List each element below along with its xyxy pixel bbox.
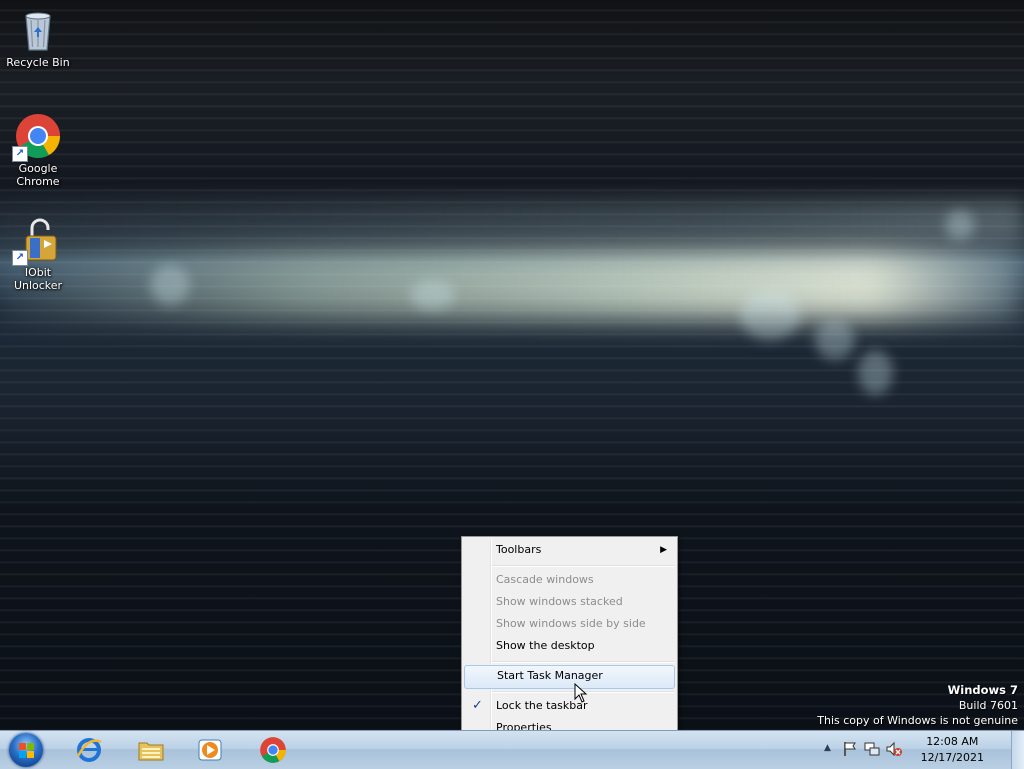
desktop-icon-label: Recycle Bin (6, 56, 70, 69)
watermark-notice: This copy of Windows is not genuine (817, 714, 1018, 727)
recycle-bin-icon (14, 6, 62, 54)
network-icon[interactable] (864, 741, 880, 757)
taskbar-context-menu: Toolbars ▶ Cascade windows Show windows … (461, 536, 678, 743)
system-tray: ▲ 12:08 AM 12/17/2021 (820, 731, 1010, 769)
shortcut-arrow-icon: ↗ (12, 250, 28, 266)
ie-icon (75, 736, 103, 764)
desktop-icon-label: IObit Unlocker (13, 266, 63, 292)
menu-item-cascade-windows: Cascade windows (464, 569, 675, 591)
mouse-cursor-icon (574, 682, 588, 703)
media-player-icon (196, 736, 224, 764)
wallpaper-bokeh (858, 350, 893, 395)
windows-logo-icon (9, 733, 43, 767)
menu-item-show-windows-side-by-side: Show windows side by side (464, 613, 675, 635)
volume-muted-icon[interactable] (886, 741, 902, 757)
tray-clock[interactable]: 12:08 AM 12/17/2021 (921, 734, 984, 766)
watermark-build: Build 7601 (958, 699, 1018, 712)
wallpaper-bokeh (740, 290, 800, 340)
shortcut-arrow-icon: ↗ (12, 146, 28, 162)
windows-watermark: Windows 7 Build 7601 This copy of Window… (817, 683, 1018, 728)
menu-separator (492, 565, 674, 567)
show-desktop-button[interactable] (1011, 731, 1024, 769)
menu-item-label: Toolbars (496, 543, 542, 556)
desktop-icon-label: Google Chrome (16, 162, 60, 188)
submenu-arrow-icon: ▶ (660, 545, 667, 555)
watermark-title: Windows 7 (947, 683, 1018, 697)
menu-item-label: Cascade windows (496, 573, 594, 586)
menu-item-label: Show windows side by side (496, 617, 646, 630)
wallpaper-bokeh (150, 265, 190, 305)
wallpaper-bokeh (410, 280, 455, 310)
desktop-icon-google-chrome[interactable]: ↗ Google Chrome (0, 112, 76, 188)
menu-item-label: Show windows stacked (496, 595, 623, 608)
wallpaper-light-band (0, 200, 1024, 240)
show-hidden-icons-chevron-icon[interactable]: ▲ (824, 743, 834, 753)
taskbar[interactable]: ▲ 12:08 AM 12/17/2021 (0, 730, 1024, 769)
taskbar-pinned-windows-media-player[interactable] (183, 733, 237, 767)
menu-item-label: Show the desktop (496, 639, 595, 652)
menu-separator (492, 661, 674, 663)
chrome-icon: ↗ (12, 112, 62, 162)
wallpaper-bokeh (945, 210, 975, 240)
start-button[interactable] (4, 732, 48, 768)
desktop-icon-iobit-unlocker[interactable]: ↗ IObit Unlocker (0, 216, 76, 292)
menu-item-toolbars[interactable]: Toolbars ▶ (464, 539, 675, 561)
checkmark-icon: ✓ (472, 698, 483, 713)
taskbar-pinned-windows-explorer[interactable] (124, 733, 178, 767)
menu-item-lock-the-taskbar[interactable]: ✓ Lock the taskbar (464, 695, 675, 717)
clock-date: 12/17/2021 (920, 751, 984, 764)
menu-item-start-task-manager[interactable]: Start Task Manager (464, 665, 675, 689)
taskbar-pinned-google-chrome[interactable] (246, 733, 300, 767)
folder-icon (137, 736, 165, 764)
menu-item-label: Start Task Manager (497, 669, 603, 682)
chrome-icon (259, 736, 287, 764)
wallpaper-bokeh (815, 320, 855, 360)
menu-item-show-the-desktop[interactable]: Show the desktop (464, 635, 675, 657)
taskbar-pinned-internet-explorer[interactable] (62, 733, 116, 767)
desktop-icon-recycle-bin[interactable]: Recycle Bin (0, 6, 76, 69)
action-center-flag-icon[interactable] (842, 741, 858, 757)
clock-time: 12:08 AM (926, 735, 979, 748)
unlocker-icon: ↗ (12, 216, 62, 266)
menu-item-show-windows-stacked: Show windows stacked (464, 591, 675, 613)
